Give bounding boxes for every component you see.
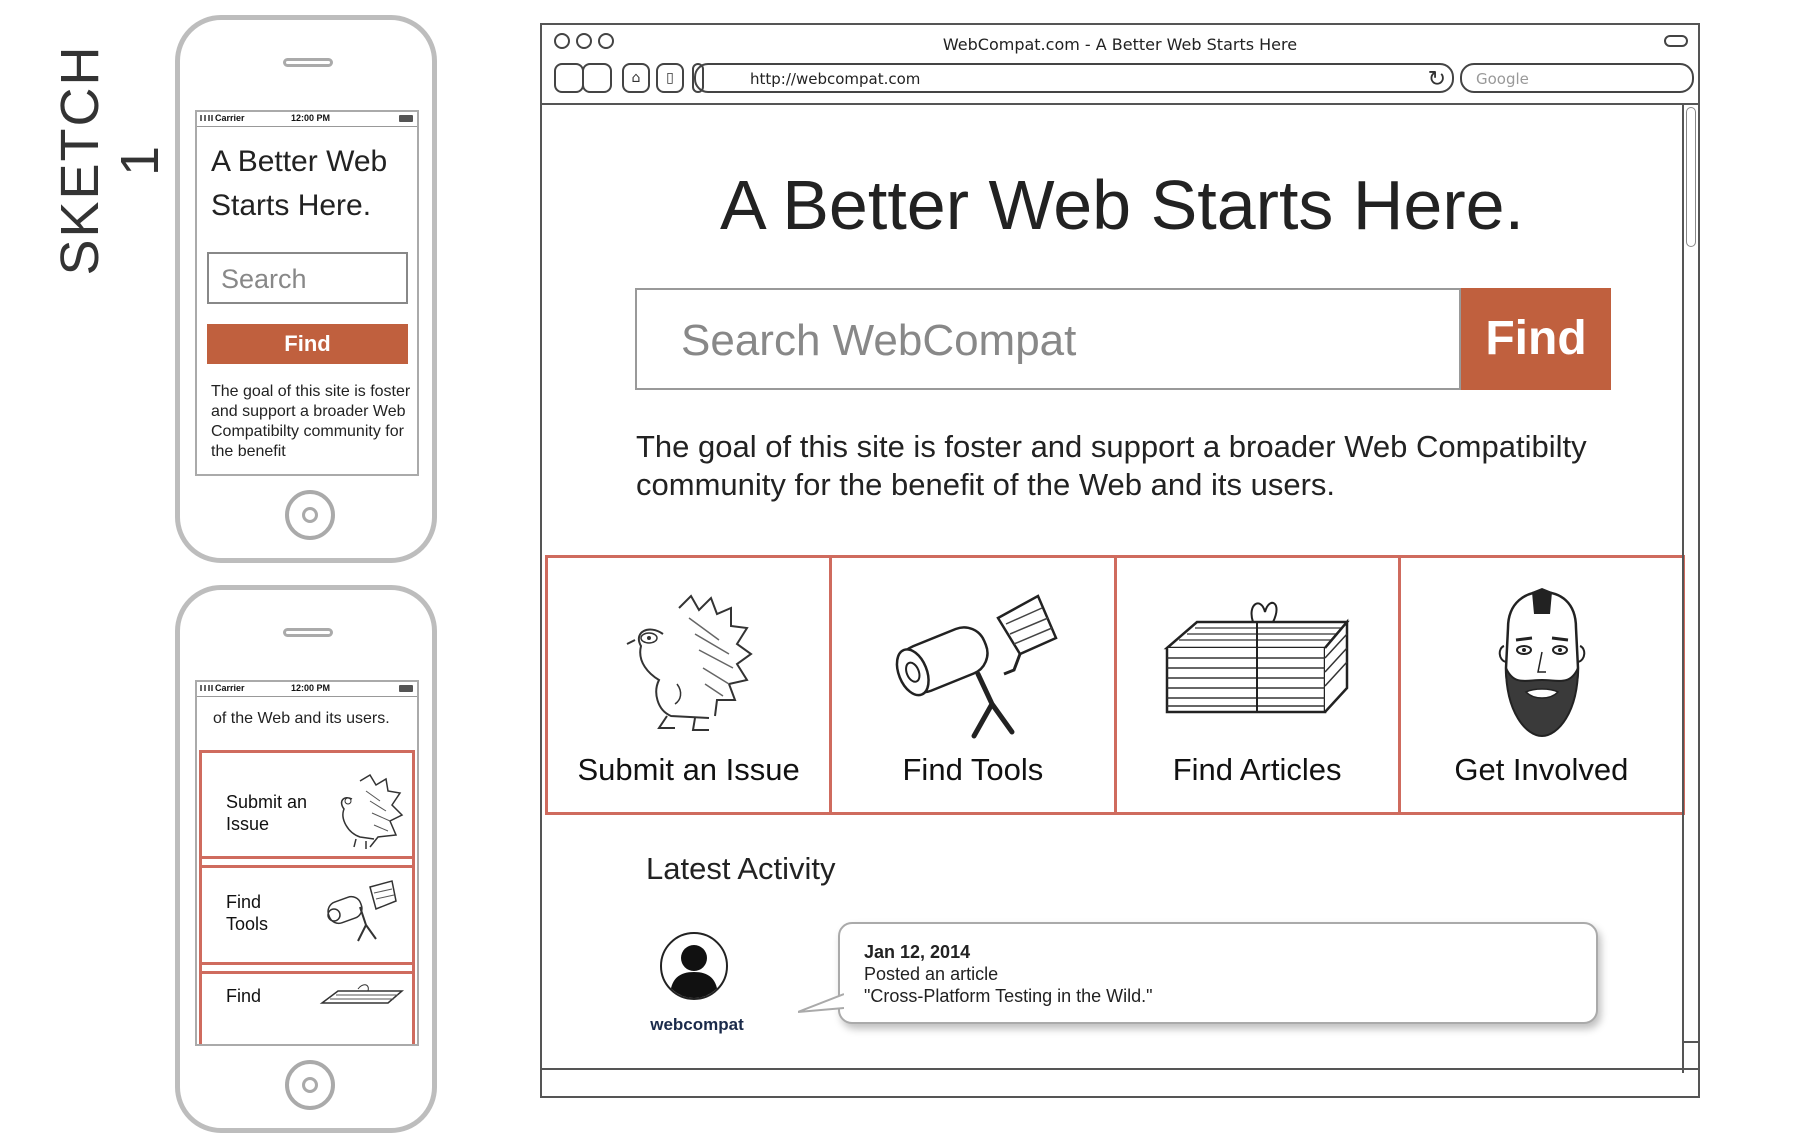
window-title: WebCompat.com - A Better Web Starts Here — [942, 35, 1298, 54]
feature-cards: Submit an Issue Find Tools Find Articles… — [545, 555, 1685, 815]
find-button[interactable]: Find — [1461, 288, 1611, 390]
activity-bubble: Jan 12, 2014 Posted an article "Cross-Pl… — [798, 922, 1598, 1024]
speech-bubble-tail — [798, 993, 844, 1013]
paint-roller-icon — [327, 880, 397, 942]
activity-action: Posted an article — [864, 964, 999, 984]
bookmark-icon[interactable]: ▯ — [656, 63, 684, 93]
time-label: 12:00 PM — [291, 113, 331, 123]
mobile-intro-text: of the Web and its users. — [213, 710, 390, 727]
battery-icon — [399, 115, 413, 122]
newspaper-stack-icon — [319, 984, 405, 1004]
phone-screen: Carrier 12:00 PM of the Web and its user… — [195, 680, 419, 1046]
back-button[interactable] — [554, 63, 584, 93]
paint-roller-icon — [895, 594, 1058, 739]
goal-text: The goal of this site is foster and supp… — [636, 429, 1587, 502]
url-text: http://webcompat.com — [750, 70, 921, 88]
card-label: Find Articles — [1172, 752, 1342, 787]
mobile-card-label-line2: Issue — [226, 814, 270, 834]
search-engine-placeholder: Google — [1476, 70, 1529, 88]
page-title: A Better Web Starts Here. — [719, 166, 1525, 244]
latest-activity-title: Latest Activity — [646, 851, 836, 886]
username-link[interactable]: webcompat — [632, 1015, 762, 1035]
mobile-card-label-line1: Find — [226, 986, 262, 1006]
browser-window: WebCompat.com - A Better Web Starts Here… — [540, 23, 1700, 1098]
hedgehog-icon — [626, 594, 753, 731]
mobile-find-button[interactable]: Find — [207, 324, 408, 364]
mobile-card-label-line1: Submit an — [226, 792, 308, 812]
card-label: Submit an Issue — [577, 752, 800, 787]
mobile-card-label: Submit an Issue — [226, 791, 307, 835]
time-label: 12:00 PM — [291, 683, 331, 693]
card-submit-issue[interactable]: Submit an Issue — [548, 558, 833, 812]
search-placeholder: Search WebCompat — [681, 316, 1077, 365]
search-input[interactable]: Search WebCompat — [635, 288, 1461, 390]
card-label: Get Involved — [1454, 752, 1629, 787]
browser-chrome: WebCompat.com - A Better Web Starts Here… — [542, 25, 1698, 105]
hedgehog-icon — [340, 773, 404, 849]
mobile-card-label-line1: Find — [226, 892, 262, 912]
signal-icon — [200, 115, 213, 121]
mobile-card-find-articles[interactable]: Find — [199, 962, 415, 1044]
mobile-card-label-line2: Tools — [226, 914, 269, 934]
vertical-scrollbar[interactable] — [1682, 103, 1698, 1073]
phone-mockup-top: Carrier 12:00 PM A Better Web Starts Her… — [175, 15, 437, 563]
phone-mockup-bottom: Carrier 12:00 PM of the Web and its user… — [175, 585, 437, 1133]
status-bar: Carrier 12:00 PM — [197, 112, 417, 127]
address-bar[interactable]: http://webcompat.com ↻ — [694, 63, 1454, 93]
signal-icon — [200, 685, 213, 691]
sketch-label: SKETCH 1 — [50, 44, 170, 276]
home-icon[interactable]: ⌂ — [622, 63, 650, 93]
phone-screen: Carrier 12:00 PM A Better Web Starts Her… — [195, 110, 419, 476]
mobile-card-submit-issue[interactable]: Submit an Issue — [199, 750, 415, 868]
battery-icon — [399, 685, 413, 692]
bearded-man-icon — [1499, 588, 1586, 738]
card-find-tools[interactable]: Find Tools — [832, 558, 1117, 812]
home-button[interactable] — [285, 490, 335, 540]
phone-speaker — [283, 58, 333, 67]
mobile-goal-text: The goal of this site is foster and supp… — [211, 383, 411, 460]
card-label: Find Tools — [902, 752, 1044, 787]
carrier-label: Carrier — [215, 683, 245, 693]
carrier-label: Carrier — [215, 113, 245, 123]
toolbar-toggle-icon[interactable] — [1664, 35, 1688, 47]
reload-icon[interactable]: ↻ — [1428, 66, 1446, 92]
mobile-card-label: Find Tools — [226, 891, 268, 935]
home-button[interactable] — [285, 1060, 335, 1110]
mobile-card-label: Find — [226, 985, 261, 1007]
newspaper-stack-icon — [1163, 601, 1350, 714]
scrollbar-thumb[interactable] — [1686, 107, 1696, 247]
card-find-articles[interactable]: Find Articles — [1117, 558, 1401, 812]
mobile-card-find-tools[interactable]: Find Tools — [199, 856, 415, 974]
mobile-title-line1: A Better Web — [211, 145, 388, 178]
activity-article-link[interactable]: "Cross-Platform Testing in the Wild." — [864, 986, 1153, 1007]
mobile-search-input[interactable]: Search — [207, 252, 408, 304]
forward-button[interactable] — [582, 63, 612, 93]
card-get-involved[interactable]: Get Involved — [1401, 558, 1682, 812]
horizontal-scrollbar[interactable] — [542, 1068, 1698, 1096]
status-bar: Carrier 12:00 PM — [197, 682, 417, 697]
mobile-hero-title: A Better Web Starts Here. — [211, 140, 387, 228]
activity-date: Jan 12, 2014 — [864, 942, 971, 962]
user-silhouette-icon — [670, 945, 718, 998]
phone-speaker — [283, 628, 333, 637]
avatar[interactable] — [660, 932, 728, 1000]
search-engine-field[interactable]: Google — [1460, 63, 1694, 93]
mobile-title-line2: Starts Here. — [211, 189, 372, 222]
